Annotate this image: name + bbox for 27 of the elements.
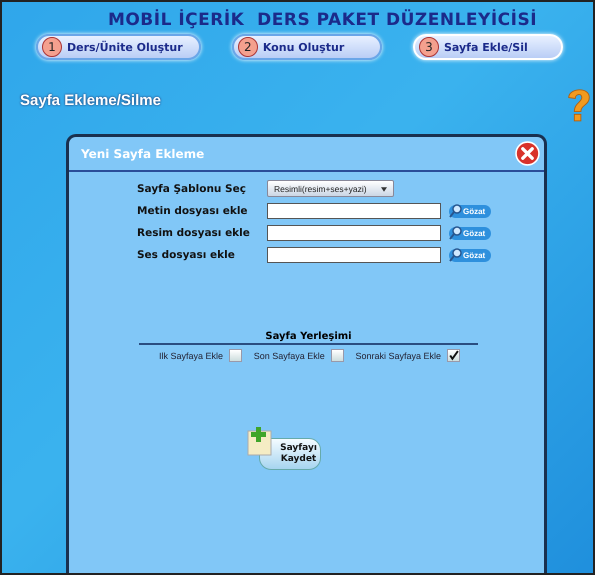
magnifier-icon	[449, 226, 463, 240]
close-icon[interactable]	[515, 141, 540, 166]
page-add-icon	[246, 426, 272, 456]
checkbox[interactable]	[447, 349, 460, 362]
file-label: Ses dosyası ekle	[137, 249, 236, 261]
section-title: Sayfa Ekleme/Silme	[20, 92, 161, 108]
template-dropdown[interactable]: Resimli(resim+ses+yazi)	[267, 180, 394, 197]
magnifier-icon	[449, 204, 463, 218]
placement-title: Sayfa Yerleşimi	[139, 331, 478, 345]
file-input-field[interactable]	[267, 247, 441, 263]
step-tab[interactable]: 3 Sayfa Ekle/Sil	[413, 34, 563, 60]
option-label: Sonraki Sayfaya Ekle	[355, 350, 441, 360]
checkbox[interactable]	[229, 349, 242, 362]
caret-icon	[380, 186, 387, 192]
step-tab[interactable]: 1 Ders/Ünite Oluştur	[36, 34, 201, 60]
app-title: MOBİL İÇERİK DERS PAKET DÜZENLEYİCİSİ	[106, 10, 538, 30]
magnifier-icon	[449, 248, 463, 262]
file-label: Resim dosyası ekle	[137, 227, 251, 239]
file-label: Metin dosyası ekle	[137, 205, 249, 217]
file-input-field[interactable]	[267, 203, 441, 219]
template-label: Sayfa Şablonu Seç	[137, 182, 247, 194]
file-input-field[interactable]	[267, 225, 441, 241]
step-tab[interactable]: 2 Konu Oluştur	[232, 34, 382, 60]
checkbox[interactable]	[330, 349, 344, 362]
dialog-title: Yeni Sayfa Ekleme	[81, 146, 204, 160]
option-label: Ilk Sayfaya Ekle	[159, 350, 224, 360]
option-label: Son Sayfaya Ekle	[254, 350, 325, 360]
